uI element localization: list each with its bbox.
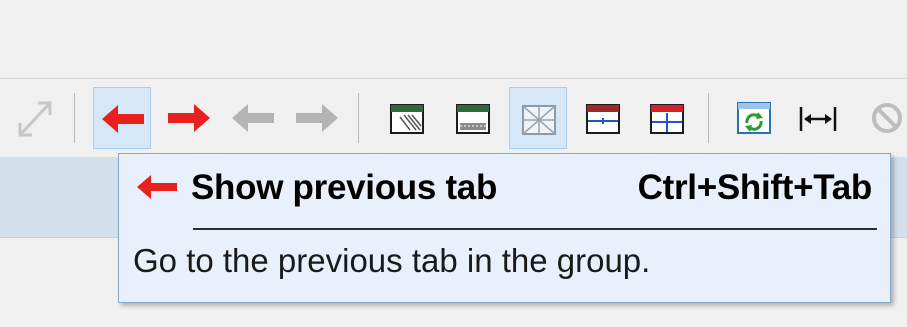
layout-diagonal-grid-icon	[522, 105, 556, 135]
fit-width-button[interactable]	[789, 87, 847, 149]
previous-tab-button[interactable]	[93, 87, 151, 149]
title-area	[0, 0, 907, 78]
cancel-icon	[872, 103, 902, 133]
toolbar-separator	[358, 93, 359, 143]
layout-pattern-button[interactable]	[378, 87, 436, 149]
layout-dotted-button[interactable]	[444, 87, 502, 149]
tooltip-description: Go to the previous tab in the group.	[133, 242, 651, 279]
refresh-window-button[interactable]	[725, 87, 783, 149]
split-grid-button[interactable]	[638, 87, 696, 149]
back-button[interactable]	[224, 87, 282, 149]
tooltip-divider	[193, 228, 877, 230]
layout-pane-pattern-icon	[390, 104, 424, 134]
cancel-button[interactable]	[858, 87, 907, 149]
application-window: Show previous tab Ctrl+Shift+Tab Go to t…	[0, 0, 907, 327]
refresh-window-icon	[737, 102, 771, 134]
toolbar-separator	[708, 93, 709, 143]
toolbar-separator	[74, 93, 75, 143]
previous-tab-arrow-icon	[137, 175, 177, 199]
fit-width-icon	[799, 107, 837, 131]
forward-arrow-icon	[296, 104, 338, 132]
layout-grid-button[interactable]	[509, 87, 567, 149]
tooltip-title: Show previous tab	[191, 168, 498, 207]
maximize-view-button[interactable]	[6, 87, 64, 149]
previous-tab-arrow-icon	[102, 105, 144, 133]
tooltip-shortcut: Ctrl+Shift+Tab	[637, 168, 873, 207]
split-grid-icon	[650, 104, 684, 134]
maximize-view-icon	[18, 101, 52, 137]
next-tab-button[interactable]	[160, 87, 218, 149]
tooltip: Show previous tab Ctrl+Shift+Tab Go to t…	[118, 153, 891, 303]
tab-toolbar	[0, 79, 907, 157]
forward-button[interactable]	[288, 87, 346, 149]
split-horizontal-icon	[586, 104, 620, 134]
back-arrow-icon	[232, 104, 274, 132]
next-tab-arrow-icon	[168, 104, 210, 132]
split-horizontal-button[interactable]	[574, 87, 632, 149]
layout-pane-dotted-icon	[456, 104, 490, 134]
